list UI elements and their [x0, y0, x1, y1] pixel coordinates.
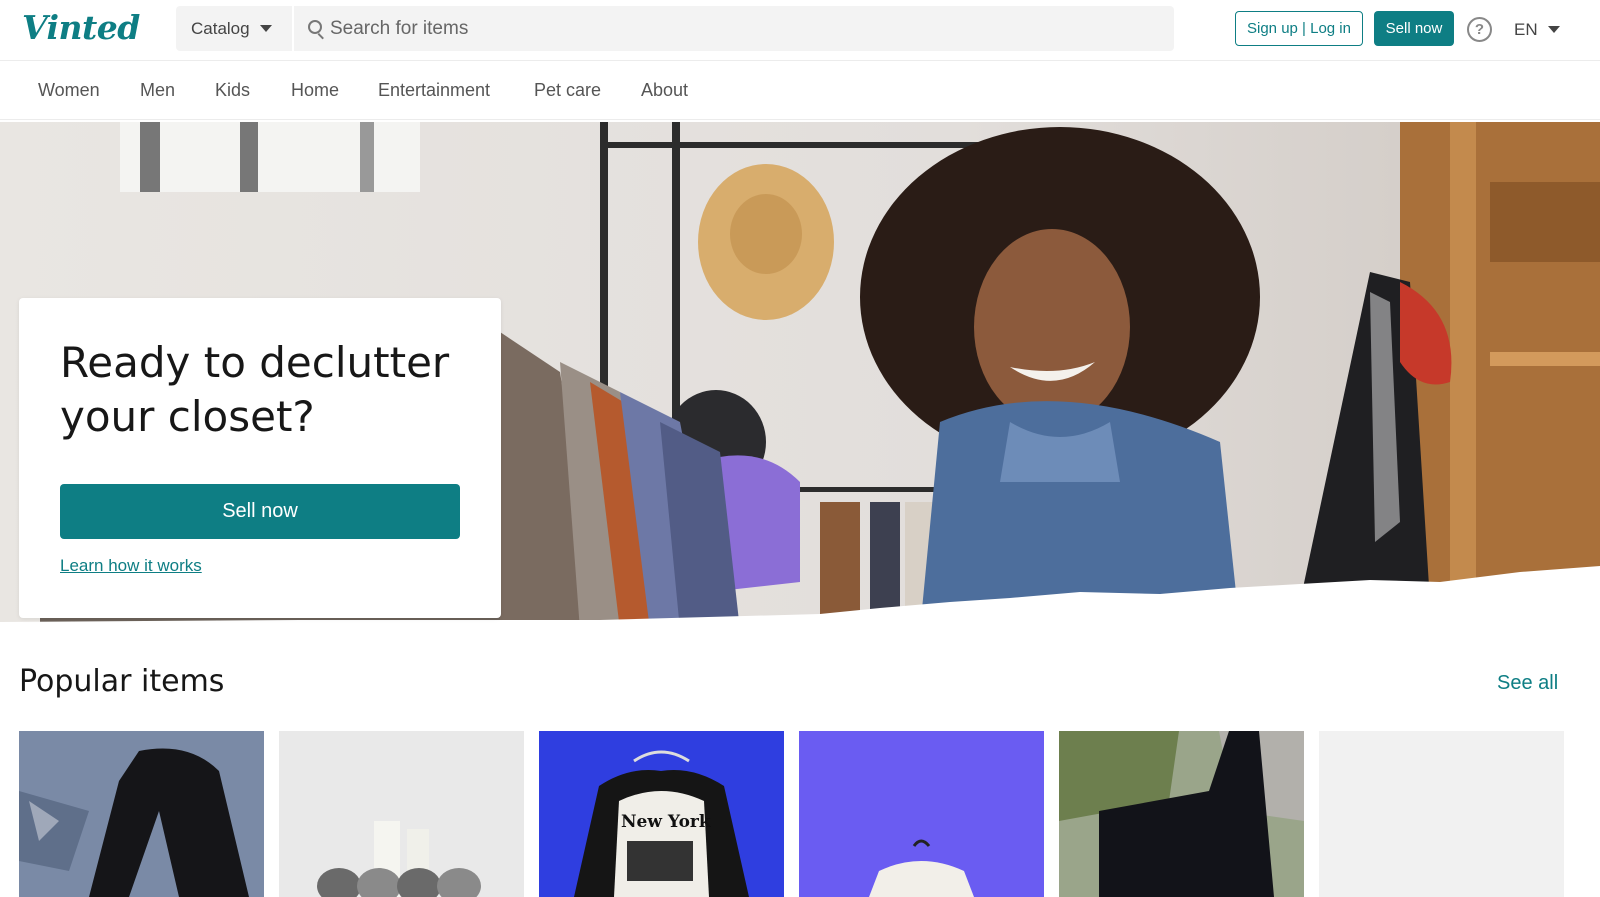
item-card-black-pants[interactable] — [19, 731, 264, 897]
nav-item-women[interactable]: Women — [38, 80, 100, 101]
search-icon — [294, 6, 330, 51]
nav-item-kids[interactable]: Kids — [215, 80, 250, 101]
nav-item-men[interactable]: Men — [140, 80, 175, 101]
language-label: EN — [1514, 19, 1538, 39]
vinted-logo[interactable]: Vinted — [22, 8, 140, 47]
nav-item-entertainment[interactable]: Entertainment — [378, 80, 490, 101]
item-photo — [799, 731, 1044, 897]
question-circle-icon[interactable]: ? — [1467, 17, 1492, 42]
signup-login-button[interactable]: Sign up | Log in — [1235, 11, 1363, 46]
item-photo — [19, 731, 264, 897]
nav-item-about[interactable]: About — [641, 80, 688, 101]
nav-item-pet-care[interactable]: Pet care — [534, 80, 601, 101]
item-card-new-york-tshirt[interactable]: New York — [539, 731, 784, 897]
item-card-white-tshirt[interactable] — [799, 731, 1044, 897]
item-photo — [1059, 731, 1304, 897]
item-photo: New York — [539, 731, 784, 897]
catalog-dropdown[interactable]: Catalog — [176, 6, 294, 51]
search-input[interactable] — [330, 6, 1174, 51]
hero-card: Ready to declutter your closet? Sell now… — [19, 298, 501, 618]
search-bar: Catalog — [176, 6, 1174, 51]
category-nav: Women Men Kids Home Entertainment Pet ca… — [0, 60, 1600, 120]
item-photo — [279, 731, 524, 897]
catalog-label: Catalog — [191, 18, 250, 38]
chevron-down-icon — [1547, 26, 1560, 33]
sell-now-button[interactable]: Sell now — [1374, 11, 1454, 46]
top-bar: Vinted Catalog Sign up | Log in Sell now… — [0, 0, 1600, 60]
item-card-black-bag[interactable] — [1059, 731, 1304, 897]
tshirt-print-text: New York — [621, 812, 712, 832]
see-all-link[interactable]: See all — [1497, 672, 1558, 695]
hero-banner: Ready to declutter your closet? Sell now… — [0, 122, 1600, 630]
chevron-down-icon — [259, 25, 272, 32]
nav-item-home[interactable]: Home — [291, 80, 339, 101]
learn-how-it-works-link[interactable]: Learn how it works — [60, 556, 202, 576]
hero-title: Ready to declutter your closet? — [60, 338, 450, 441]
popular-items-title: Popular items — [19, 664, 225, 699]
item-card-skull-holder[interactable] — [279, 731, 524, 897]
hero-sell-now-button[interactable]: Sell now — [60, 484, 460, 539]
item-card-placeholder — [1319, 731, 1564, 897]
language-selector[interactable]: EN — [1514, 17, 1560, 42]
